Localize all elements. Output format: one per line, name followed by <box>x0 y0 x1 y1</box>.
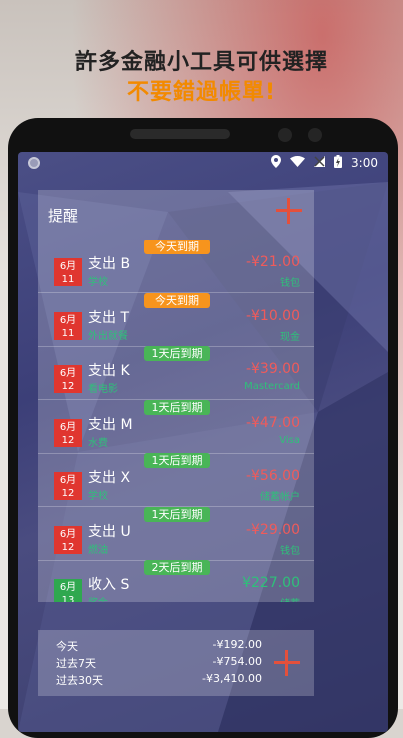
location-icon <box>271 155 282 171</box>
summary-value: -¥3,410.00 <box>202 672 262 685</box>
wifi-icon <box>290 156 306 170</box>
calendar-day: 12 <box>61 434 75 446</box>
reminder-category: 看电影 <box>88 384 118 395</box>
reminder-title: 支出 B <box>88 256 131 272</box>
calendar-date-icon: 6月 13 <box>54 579 82 602</box>
calendar-month: 6月 <box>59 368 77 379</box>
promo-headline: 許多金融小工具可供選擇 <box>74 50 328 75</box>
notification-dot-icon <box>28 157 40 169</box>
due-badge: 今天到期 <box>144 292 210 308</box>
reminder-category: 学校 <box>88 491 108 502</box>
reminder-title: 收入 S <box>88 577 130 593</box>
summary-panel: 今天 -¥192.00 过去7天 -¥754.00 过去30天 -¥3,410.… <box>38 630 314 696</box>
calendar-month: 6月 <box>59 421 77 433</box>
due-badge: 1天后到期 <box>144 506 210 522</box>
reminder-amount: ¥227.00 <box>242 575 300 591</box>
reminder-row[interactable]: 1天后到期 6月 12 支出 M 水费 -¥47.00 Visa <box>38 399 314 454</box>
reminder-title: 支出 U <box>88 523 131 540</box>
reminder-category: 水费 <box>88 437 108 449</box>
calendar-date-icon: 6月 12 <box>54 365 82 393</box>
panel-title: 提醒 <box>48 207 79 225</box>
summary-label: 过去7天 <box>56 657 96 670</box>
calendar-date-icon: 6月 11 <box>54 311 82 340</box>
reminder-amount: -¥21.00 <box>245 254 300 270</box>
summary-row: 今天 -¥192.00 <box>56 638 262 653</box>
reminder-amount: -¥10.00 <box>245 307 300 324</box>
reminder-row[interactable]: 今天到期 6月 11 支出 B 学校 -¥21.00 钱包 <box>38 240 314 293</box>
battery-icon <box>334 155 343 171</box>
reminder-row[interactable]: 1天后到期 6月 12 支出 X 学校 -¥56.00 储蓄帐户 <box>38 453 314 507</box>
reminder-category: 学校 <box>88 277 108 288</box>
speaker <box>130 129 230 139</box>
reminder-amount: -¥56.00 <box>245 468 300 484</box>
reminder-title: 支出 T <box>88 309 130 326</box>
signal-icon <box>314 156 326 170</box>
calendar-day: 11 <box>61 327 75 339</box>
reminder-row[interactable]: 1天后到期 6月 12 支出 U 燃油 -¥29.00 钱包 <box>38 506 314 561</box>
reminder-category: 燃油 <box>88 544 108 556</box>
reminder-title: 支出 K <box>88 363 130 379</box>
reminder-list[interactable]: 今天到期 6月 11 支出 B 学校 -¥21.00 钱包 今天到期 6月 11… <box>38 240 314 602</box>
add-reminder-button[interactable] <box>276 198 302 224</box>
calendar-day: 11 <box>61 274 75 285</box>
add-transaction-button[interactable] <box>274 650 300 676</box>
reminder-amount: -¥47.00 <box>245 414 300 431</box>
status-bar: 3:00 <box>18 152 388 176</box>
sensor <box>308 128 322 142</box>
reminder-account: 储蓄帐户 <box>260 492 300 503</box>
calendar-month: 6月 <box>59 261 77 272</box>
reminder-category: 外出就餐 <box>88 330 128 342</box>
calendar-month: 6月 <box>59 528 77 540</box>
front-camera <box>278 128 292 142</box>
reminder-row[interactable]: 今天到期 6月 11 支出 T 外出就餐 -¥10.00 现金 <box>38 292 314 347</box>
summary-value: -¥754.00 <box>212 655 262 668</box>
reminder-account: 储蓄 <box>280 595 300 602</box>
due-badge: 1天后到期 <box>144 453 210 468</box>
calendar-day: 12 <box>61 541 75 553</box>
reminder-row[interactable]: 2天后到期 6月 13 收入 S 奖金 ¥227.00 储蓄 <box>38 560 314 602</box>
summary-label: 今天 <box>56 640 78 653</box>
due-badge: 2天后到期 <box>144 560 210 575</box>
reminder-row[interactable]: 1天后到期 6月 12 支出 K 看电影 -¥39.00 Mastercard <box>38 346 314 400</box>
summary-row: 过去30天 -¥3,410.00 <box>56 672 262 687</box>
calendar-month: 6月 <box>59 475 77 486</box>
app-screen: 3:00 提醒 今天到期 6月 11 支出 B 学校 -¥21.00 钱包 今天… <box>18 152 388 732</box>
calendar-month: 6月 <box>59 314 77 326</box>
due-badge: 1天后到期 <box>144 399 210 415</box>
reminder-title: 支出 X <box>88 470 131 486</box>
clock-time: 3:00 <box>351 156 378 170</box>
phone-frame: 3:00 提醒 今天到期 6月 11 支出 B 学校 -¥21.00 钱包 今天… <box>8 118 398 738</box>
calendar-day: 12 <box>61 381 75 392</box>
reminder-category: 奖金 <box>88 594 108 602</box>
reminders-panel: 提醒 今天到期 6月 11 支出 B 学校 -¥21.00 钱包 今天到期 6月… <box>38 190 314 602</box>
reminder-account: 钱包 <box>280 545 300 557</box>
reminder-account: 现金 <box>280 331 300 343</box>
reminder-account: 钱包 <box>280 278 300 289</box>
calendar-date-icon: 6月 12 <box>54 472 82 500</box>
reminder-amount: -¥39.00 <box>245 361 300 377</box>
calendar-date-icon: 6月 12 <box>54 418 82 447</box>
calendar-month: 6月 <box>59 582 77 593</box>
calendar-day: 12 <box>61 488 75 499</box>
reminder-title: 支出 M <box>88 416 133 433</box>
reminder-account: Mastercard <box>244 381 300 392</box>
due-badge: 1天后到期 <box>144 346 210 361</box>
summary-value: -¥192.00 <box>212 638 262 651</box>
due-badge: 今天到期 <box>144 240 210 254</box>
promo-subheadline: 不要錯過帳單! <box>126 80 277 105</box>
reminder-account: Visa <box>279 434 300 446</box>
summary-row: 过去7天 -¥754.00 <box>56 655 262 670</box>
calendar-date-icon: 6月 11 <box>54 258 82 286</box>
summary-label: 过去30天 <box>56 674 103 687</box>
calendar-day: 13 <box>61 595 75 602</box>
reminder-amount: -¥29.00 <box>245 521 300 538</box>
calendar-date-icon: 6月 12 <box>54 525 82 554</box>
